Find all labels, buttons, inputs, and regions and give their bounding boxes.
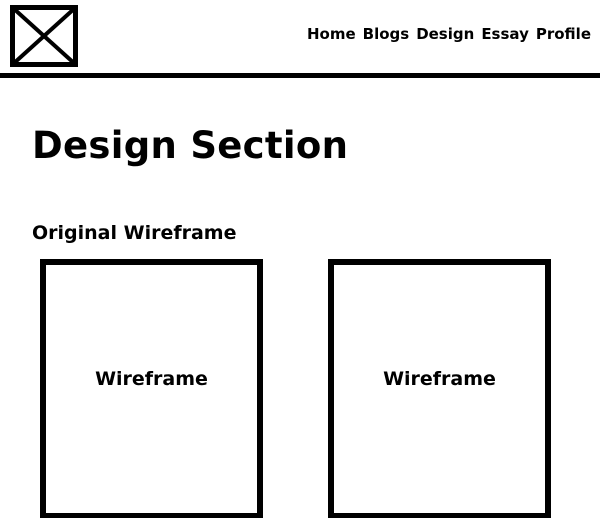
site-header: Home Blogs Design Essay Profile bbox=[0, 0, 600, 78]
nav-profile-link[interactable]: Profile bbox=[536, 25, 591, 43]
page-title: Design Section bbox=[32, 124, 349, 167]
wireframe-card-right[interactable]: Wireframe bbox=[328, 259, 551, 518]
nav-design-link[interactable]: Design bbox=[416, 25, 474, 43]
main-nav: Home Blogs Design Essay Profile bbox=[307, 25, 591, 43]
wireframe-label: Wireframe bbox=[95, 367, 208, 390]
image-placeholder-icon[interactable] bbox=[10, 5, 78, 67]
page: Home Blogs Design Essay Profile Design S… bbox=[0, 0, 600, 518]
nav-home-link[interactable]: Home bbox=[307, 25, 356, 43]
nav-blogs-link[interactable]: Blogs bbox=[363, 25, 410, 43]
nav-essay-link[interactable]: Essay bbox=[481, 25, 529, 43]
section-title: Original Wireframe bbox=[32, 222, 237, 244]
wireframe-label: Wireframe bbox=[383, 367, 496, 390]
wireframe-card-left[interactable]: Wireframe bbox=[40, 259, 263, 518]
